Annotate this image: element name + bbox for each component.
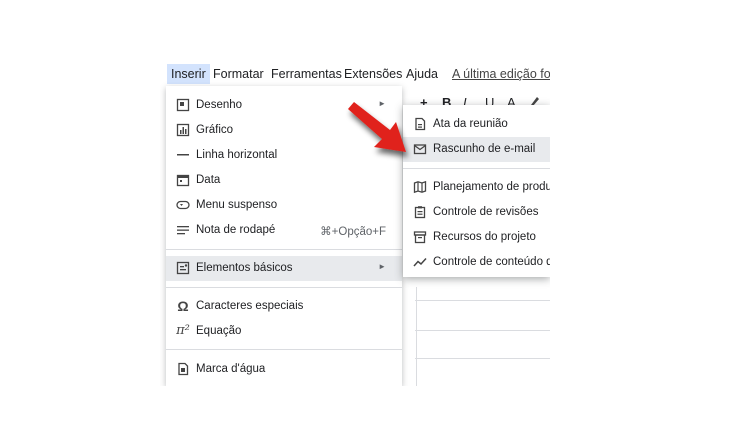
menu-item-label: Linha horizontal — [196, 149, 278, 161]
archive-icon — [413, 230, 427, 244]
menu-separator — [166, 349, 402, 350]
calendar-icon — [176, 173, 190, 187]
menu-item-label: Marca d'água — [196, 363, 266, 375]
doc-line — [415, 358, 550, 359]
drawing-icon — [176, 98, 190, 112]
menu-formatar[interactable]: Formatar — [213, 67, 264, 81]
footnote-icon — [176, 223, 190, 237]
submenu-item-label: Planejamento de produ — [433, 181, 550, 193]
menu-item-label: Nota de rodapé — [196, 224, 276, 236]
red-pointer-arrow — [348, 102, 406, 152]
menu-item-caracteres-especiais[interactable]: Ω Caracteres especiais — [166, 294, 402, 319]
menu-item-label: Desenho — [196, 99, 243, 111]
menu-separator — [166, 287, 402, 288]
submenu-item-label: Ata da reunião — [433, 118, 508, 130]
doc-line — [415, 300, 550, 301]
menu-item-label: Elementos básicos — [196, 262, 293, 274]
menu-item-shortcut: ⌘+Opção+F — [320, 226, 386, 238]
submenu-item-label: Recursos do projeto — [433, 231, 536, 243]
submenu-item-label: Controle de conteúdo d — [433, 256, 550, 268]
menu-extensoes[interactable]: Extensões — [344, 67, 402, 81]
menu-item-label: Menu suspenso — [196, 199, 278, 211]
menu-item-label: Equação — [196, 325, 242, 337]
trend-icon — [413, 255, 427, 269]
dropdown-chip-icon — [176, 198, 190, 212]
menu-ajuda[interactable]: Ajuda — [406, 67, 438, 81]
menu-item-label: Caracteres especiais — [196, 300, 304, 312]
submenu-item-label: Controle de revisões — [433, 206, 539, 218]
menu-ferramentas[interactable]: Ferramentas — [271, 67, 342, 81]
menu-item-equacao[interactable]: π² Equação — [166, 319, 402, 344]
app-window: Inserir Formatar Ferramentas Extensões A… — [160, 62, 550, 386]
building-blocks-icon — [176, 261, 190, 275]
chart-icon — [176, 123, 190, 137]
doc-line — [415, 330, 550, 331]
menu-item-data[interactable]: Data — [166, 168, 402, 193]
pi-icon: π² — [176, 323, 190, 338]
omega-icon: Ω — [177, 298, 189, 314]
menu-item-label: Data — [196, 174, 221, 186]
doc-margin-line — [416, 287, 417, 386]
horizontal-line-icon — [176, 148, 190, 162]
menu-item-menu-suspenso[interactable]: Menu suspenso — [166, 193, 402, 218]
submenu-arrow-icon: ► — [378, 262, 386, 271]
menu-item-elementos-basicos[interactable]: Elementos básicos ► — [166, 256, 402, 281]
last-edit-link[interactable]: A última edição foi h — [452, 67, 550, 81]
submenu-item-controle-de-revisoes[interactable]: Controle de revisões — [403, 200, 550, 225]
menu-item-marca-dagua[interactable]: Marca d'água — [166, 357, 402, 382]
menu-bar: Inserir Formatar Ferramentas Extensões A… — [160, 62, 550, 86]
menu-separator — [166, 249, 402, 250]
clipboard-icon — [413, 205, 427, 219]
map-icon — [413, 180, 427, 194]
submenu-separator — [403, 168, 550, 169]
menu-item-label: Gráfico — [196, 124, 234, 136]
submenu-item-recursos-do-projeto[interactable]: Recursos do projeto — [403, 225, 550, 250]
menu-inserir[interactable]: Inserir — [167, 64, 210, 84]
submenu-item-controle-de-conteudo[interactable]: Controle de conteúdo d — [403, 250, 550, 275]
submenu-item-planejamento[interactable]: Planejamento de produ — [403, 175, 550, 200]
submenu-item-label: Rascunho de e-mail — [433, 143, 536, 155]
watermark-icon — [176, 362, 190, 376]
menu-item-nota-de-rodape[interactable]: Nota de rodapé ⌘+Opção+F — [166, 218, 402, 243]
